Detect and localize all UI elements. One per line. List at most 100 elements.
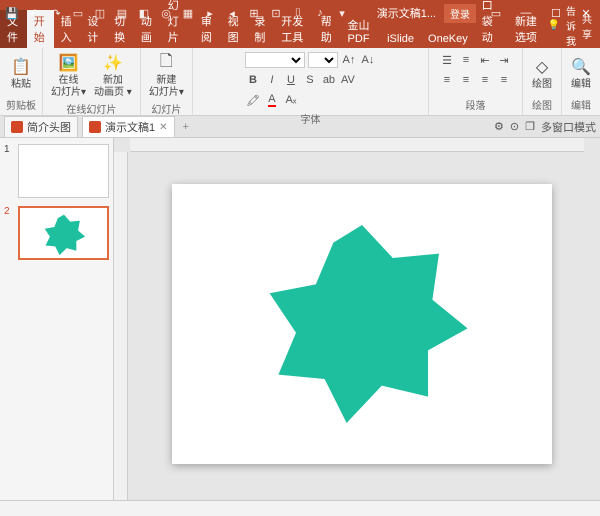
slides-caption: 幻灯片	[151, 100, 181, 117]
numbering-icon[interactable]: ≡	[458, 52, 474, 68]
clipboard-caption: 剪贴板	[6, 96, 36, 113]
qat-tool-2[interactable]: ◫	[92, 5, 108, 21]
thumb-slide-2	[18, 206, 109, 260]
online-slide-icon: 🖼️	[58, 52, 80, 74]
bold-icon[interactable]: B	[245, 72, 261, 88]
qat-tool-11[interactable]: ⌷	[290, 5, 306, 21]
redo-icon[interactable]: ↷	[48, 5, 64, 21]
star-shape-thumb-icon	[42, 212, 86, 256]
tell-me-icon[interactable]: 💡	[548, 20, 560, 31]
share-button[interactable]: 共享	[582, 11, 592, 41]
paste-button[interactable]: 📋 粘贴	[8, 54, 34, 92]
multi-window-label[interactable]: 多窗口模式	[541, 119, 596, 135]
align-right-icon[interactable]: ≡	[477, 72, 493, 88]
font-size-select[interactable]	[308, 52, 338, 68]
tab-newshape[interactable]: 新建选项	[508, 10, 548, 48]
thumb-number: 2	[4, 206, 14, 260]
new-slide-icon: 🗋	[155, 52, 177, 74]
new-animation-icon: ✨	[102, 52, 124, 74]
slide[interactable]	[172, 184, 552, 464]
multi-window-icon[interactable]: ❐	[525, 120, 535, 133]
online-slide-button[interactable]: 🖼️ 在线 幻灯片▾	[49, 50, 88, 100]
paragraph-caption: 段落	[466, 96, 486, 113]
qat-more-icon[interactable]: ▾	[334, 5, 350, 21]
find-icon: 🔍	[570, 56, 592, 78]
align-left-icon[interactable]: ≡	[439, 72, 455, 88]
star-shape[interactable]	[252, 214, 472, 434]
editing-button[interactable]: 🔍 编辑	[568, 54, 594, 92]
horizontal-ruler[interactable]	[130, 138, 584, 152]
qat-tool-6[interactable]: ▦	[180, 5, 196, 21]
qat-tool-9[interactable]: ⊞	[246, 5, 262, 21]
new-slide-button[interactable]: 🗋 新建 幻灯片▾	[147, 50, 186, 100]
doc-tab-2-label: 演示文稿1	[105, 119, 155, 135]
online-slides-caption: 在线幻灯片	[66, 100, 116, 117]
drawing-caption: 绘图	[532, 96, 552, 113]
doc-tab-2[interactable]: 演示文稿1 ✕	[82, 116, 175, 137]
doc-tab-1-label: 简介头图	[27, 119, 71, 135]
paste-icon: 📋	[10, 56, 32, 78]
qat-tool-4[interactable]: ◧	[136, 5, 152, 21]
powerpoint-icon	[89, 121, 101, 133]
group-clipboard: 📋 粘贴 剪贴板	[0, 48, 43, 115]
font-color-icon[interactable]: A	[264, 92, 280, 108]
italic-icon[interactable]: I	[264, 72, 280, 88]
ribbon: 📋 粘贴 剪贴板 🖼️ 在线 幻灯片▾ ✨ 新加 动画页 ▾ 在线幻灯片 🗋 新…	[0, 48, 600, 116]
font-family-select[interactable]	[245, 52, 305, 68]
new-tab-button[interactable]: +	[179, 121, 193, 133]
highlight-icon[interactable]: 🖍	[245, 92, 261, 108]
new-animation-button[interactable]: ✨ 新加 动画页 ▾	[92, 50, 134, 100]
workspace: 1 2	[0, 138, 600, 500]
save-icon[interactable]: 💾	[4, 5, 20, 21]
drawing-button[interactable]: ◇ 绘图	[529, 54, 555, 92]
thumbnail-1[interactable]: 1	[4, 144, 109, 198]
group-paragraph: ☰ ≡ ⇤ ⇥ ≡ ≡ ≡ ≡ 段落	[429, 48, 523, 115]
slide-canvas-area	[114, 138, 600, 500]
qat-tool-1[interactable]: ▭	[70, 5, 86, 21]
qat-tool-7[interactable]: ▸	[202, 5, 218, 21]
doc-tab-1[interactable]: 简介头图	[4, 116, 78, 137]
clear-format-icon[interactable]: Aₓ	[283, 92, 299, 108]
editing-caption: 编辑	[571, 96, 591, 113]
qat-tool-10[interactable]: ⊡	[268, 5, 284, 21]
qat-tool-3[interactable]: ▤	[114, 5, 130, 21]
thumb-number: 1	[4, 144, 14, 198]
tab-koudai[interactable]: 口袋动	[475, 0, 508, 48]
bullets-icon[interactable]: ☰	[439, 52, 455, 68]
strike-icon[interactable]: S	[302, 72, 318, 88]
group-slides: 🗋 新建 幻灯片▾ 幻灯片	[141, 48, 193, 115]
indent-dec-icon[interactable]: ⇤	[477, 52, 493, 68]
tell-me-label[interactable]: 告诉我	[566, 3, 576, 48]
thumbnail-panel: 1 2	[0, 138, 114, 500]
close-tab-icon[interactable]: ✕	[159, 122, 167, 133]
underline-icon[interactable]: U	[283, 72, 299, 88]
group-online-slides: 🖼️ 在线 幻灯片▾ ✨ 新加 动画页 ▾ 在线幻灯片	[43, 48, 141, 115]
powerpoint-icon	[11, 121, 23, 133]
group-editing: 🔍 编辑 编辑	[562, 48, 600, 115]
tab-islide[interactable]: iSlide	[380, 30, 421, 48]
ribbon-tabs: 文件 开始 插入 设计 切换 动画 幻灯片 审阅 视图 录制 开发工具 帮助 金…	[0, 26, 600, 48]
gear-icon[interactable]: ⚙	[494, 120, 504, 133]
font-caption: 字体	[300, 110, 320, 127]
qat-tool-8[interactable]: ◂	[224, 5, 240, 21]
align-center-icon[interactable]: ≡	[458, 72, 474, 88]
shadow-icon[interactable]: ab	[321, 72, 337, 88]
qat-tool-5[interactable]: ◎	[158, 5, 174, 21]
indent-inc-icon[interactable]: ⇥	[496, 52, 512, 68]
tab-onekey[interactable]: OneKey	[421, 30, 475, 48]
group-font: A↑ A↓ B I U S ab AV 🖍 A Aₓ 字体	[193, 48, 429, 115]
justify-icon[interactable]: ≡	[496, 72, 512, 88]
login-button[interactable]: 登录	[444, 4, 476, 23]
group-drawing: ◇ 绘图 绘图	[523, 48, 562, 115]
thumbnail-2[interactable]: 2	[4, 206, 109, 260]
grow-font-icon[interactable]: A↑	[341, 52, 357, 68]
shrink-font-icon[interactable]: A↓	[360, 52, 376, 68]
shapes-icon: ◇	[531, 56, 553, 78]
pin-icon[interactable]: ⊙	[510, 120, 519, 133]
vertical-ruler[interactable]	[114, 152, 128, 500]
thumb-slide-1	[18, 144, 109, 198]
undo-icon[interactable]: ↶	[26, 5, 42, 21]
qat-tool-12[interactable]: ♪	[312, 5, 328, 21]
spacing-icon[interactable]: AV	[340, 72, 356, 88]
status-bar	[0, 500, 600, 516]
